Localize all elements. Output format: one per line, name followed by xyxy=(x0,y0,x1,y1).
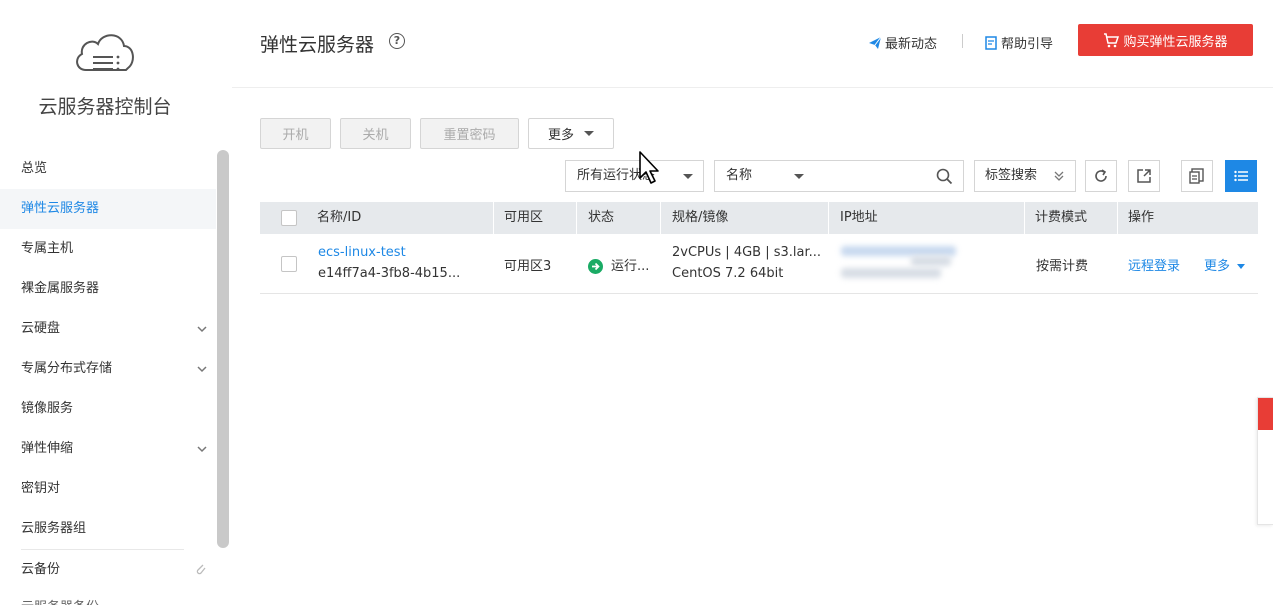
ip-address-redacted xyxy=(841,246,956,256)
sidebar-item-as[interactable]: 弹性伸缩 xyxy=(0,429,216,469)
external-link-icon xyxy=(196,564,206,575)
server-status: 运行... xyxy=(588,255,649,274)
chevron-down-icon xyxy=(197,326,207,333)
paper-plane-icon xyxy=(869,36,882,49)
sidebar-nav: 总览 弹性云服务器 专属主机 裸金属服务器 云硬盘 专属分布式存储 镜像服务 弹… xyxy=(0,149,216,605)
col-ip: IP地址 xyxy=(840,210,878,225)
page-header: 弹性云服务器 ? 最新动态 帮助引导 购买弹性云服务器 xyxy=(232,0,1273,88)
tag-search-label: 标签搜索 xyxy=(985,168,1038,183)
sidebar-item-label: 云备份 xyxy=(21,562,61,577)
feedback-widget[interactable] xyxy=(1257,397,1273,525)
sidebar-item-ecs[interactable]: 弹性云服务器 xyxy=(0,189,216,229)
cloud-server-icon xyxy=(70,28,138,82)
sidebar-item-ims[interactable]: 镜像服务 xyxy=(0,389,216,429)
guide-doc-icon xyxy=(985,35,997,50)
tag-search-button[interactable]: 标签搜索 xyxy=(974,160,1076,192)
status-filter-select[interactable]: 所有运行状态 xyxy=(565,160,704,192)
remote-login-link[interactable]: 远程登录 xyxy=(1128,255,1180,274)
refresh-icon xyxy=(1095,169,1107,182)
select-all-checkbox[interactable] xyxy=(281,210,297,226)
col-spec-image: 规格/镜像 xyxy=(672,210,729,225)
column-divider xyxy=(576,202,577,234)
more-actions-dropdown[interactable]: 更多 xyxy=(528,118,614,149)
chevron-down-icon xyxy=(197,366,207,373)
reset-password-button[interactable]: 重置密码 xyxy=(420,118,519,149)
list-view-button[interactable] xyxy=(1225,160,1257,192)
server-name-link[interactable]: ecs-linux-test xyxy=(318,245,406,260)
guide-link[interactable]: 帮助引导 xyxy=(984,33,1053,52)
server-id: e14ff7a4-3fb8-4b15... xyxy=(318,266,461,281)
caret-down-icon xyxy=(794,174,804,179)
column-divider xyxy=(828,202,829,234)
export-button[interactable] xyxy=(1128,160,1160,192)
caret-down-icon xyxy=(683,174,693,179)
status-label: 运行... xyxy=(611,259,650,274)
column-divider xyxy=(493,202,494,234)
buy-ecs-label: 购买弹性云服务器 xyxy=(1123,34,1228,50)
sidebar-item-bare-metal[interactable]: 裸金属服务器 xyxy=(0,269,216,309)
sidebar-item-server-group[interactable]: 云服务器组 xyxy=(0,509,216,549)
server-zone: 可用区3 xyxy=(504,259,552,274)
sidebar-scrollbar[interactable] xyxy=(217,150,229,548)
more-actions-label: 更多 xyxy=(547,128,574,143)
caret-down-icon xyxy=(1237,264,1246,269)
running-status-icon xyxy=(588,259,603,274)
list-view-icon xyxy=(1234,170,1248,182)
double-chevron-down-icon xyxy=(1054,171,1064,181)
chevron-down-icon xyxy=(197,446,207,453)
row-checkbox[interactable] xyxy=(281,256,297,272)
caret-down-icon xyxy=(584,131,594,136)
news-link[interactable]: 最新动态 xyxy=(868,33,937,52)
server-table: 名称/ID 可用区 状态 规格/镜像 IP地址 计费模式 操作 ecs-linu… xyxy=(260,202,1258,294)
sidebar-item-csbs[interactable]: 云服务器备份 xyxy=(0,590,216,605)
guide-label: 帮助引导 xyxy=(1001,37,1054,52)
sidebar-item-overview[interactable]: 总览 xyxy=(0,149,216,189)
server-billing: 按需计费 xyxy=(1036,259,1089,274)
console-title: 云服务器控制台 xyxy=(38,96,172,118)
sidebar-item-dss[interactable]: 专属分布式存储 xyxy=(0,349,216,389)
start-button[interactable]: 开机 xyxy=(260,118,331,149)
sidebar-item-dedicated-host[interactable]: 专属主机 xyxy=(0,229,216,269)
col-billing: 计费模式 xyxy=(1035,210,1088,225)
sidebar: 云服务器控制台 总览 弹性云服务器 专属主机 裸金属服务器 云硬盘 专属分布式存… xyxy=(0,0,232,605)
feedback-icon xyxy=(1258,398,1273,430)
row-more-label: 更多 xyxy=(1204,259,1231,274)
search-field-value: 名称 xyxy=(726,168,753,183)
cart-icon xyxy=(1104,32,1120,47)
sidebar-item-keypair[interactable]: 密钥对 xyxy=(0,469,216,509)
server-image: CentOS 7.2 64bit xyxy=(672,266,784,281)
ip-address-redacted xyxy=(841,268,941,278)
col-status: 状态 xyxy=(588,210,615,225)
col-name-id: 名称/ID xyxy=(317,210,362,225)
stop-button[interactable]: 关机 xyxy=(340,118,411,149)
buy-ecs-button[interactable]: 购买弹性云服务器 xyxy=(1078,24,1253,56)
col-zone: 可用区 xyxy=(504,210,544,225)
row-more-dropdown[interactable]: 更多 xyxy=(1204,255,1246,274)
card-view-icon xyxy=(1189,168,1204,184)
server-spec: 2vCPUs | 4GB | s3.lar... xyxy=(672,245,822,260)
sidebar-item-label: 专属分布式存储 xyxy=(21,361,113,376)
sidebar-item-label: 弹性伸缩 xyxy=(21,441,74,456)
table-row: ecs-linux-test e14ff7a4-3fb8-4b15... 可用区… xyxy=(260,234,1258,294)
page-title: 弹性云服务器 xyxy=(260,34,375,56)
ip-address-redacted xyxy=(911,256,951,266)
sidebar-item-evs[interactable]: 云硬盘 xyxy=(0,309,216,349)
search-icon[interactable] xyxy=(936,168,953,185)
news-label: 最新动态 xyxy=(885,37,938,52)
mouse-cursor-icon xyxy=(639,151,659,184)
header-divider xyxy=(962,34,963,48)
col-actions: 操作 xyxy=(1128,210,1155,225)
help-icon[interactable]: ? xyxy=(389,33,405,49)
search-input[interactable] xyxy=(814,160,964,192)
refresh-button[interactable] xyxy=(1085,160,1117,192)
export-icon xyxy=(1137,169,1151,183)
column-divider xyxy=(660,202,661,234)
column-divider xyxy=(1117,202,1118,234)
table-header: 名称/ID 可用区 状态 规格/镜像 IP地址 计费模式 操作 xyxy=(260,202,1258,234)
search-field-select[interactable]: 名称 xyxy=(714,160,815,192)
sidebar-item-label: 云硬盘 xyxy=(21,321,61,336)
card-view-button[interactable] xyxy=(1181,160,1213,192)
sidebar-item-cbr[interactable]: 云备份 xyxy=(0,550,216,590)
column-divider xyxy=(1024,202,1025,234)
